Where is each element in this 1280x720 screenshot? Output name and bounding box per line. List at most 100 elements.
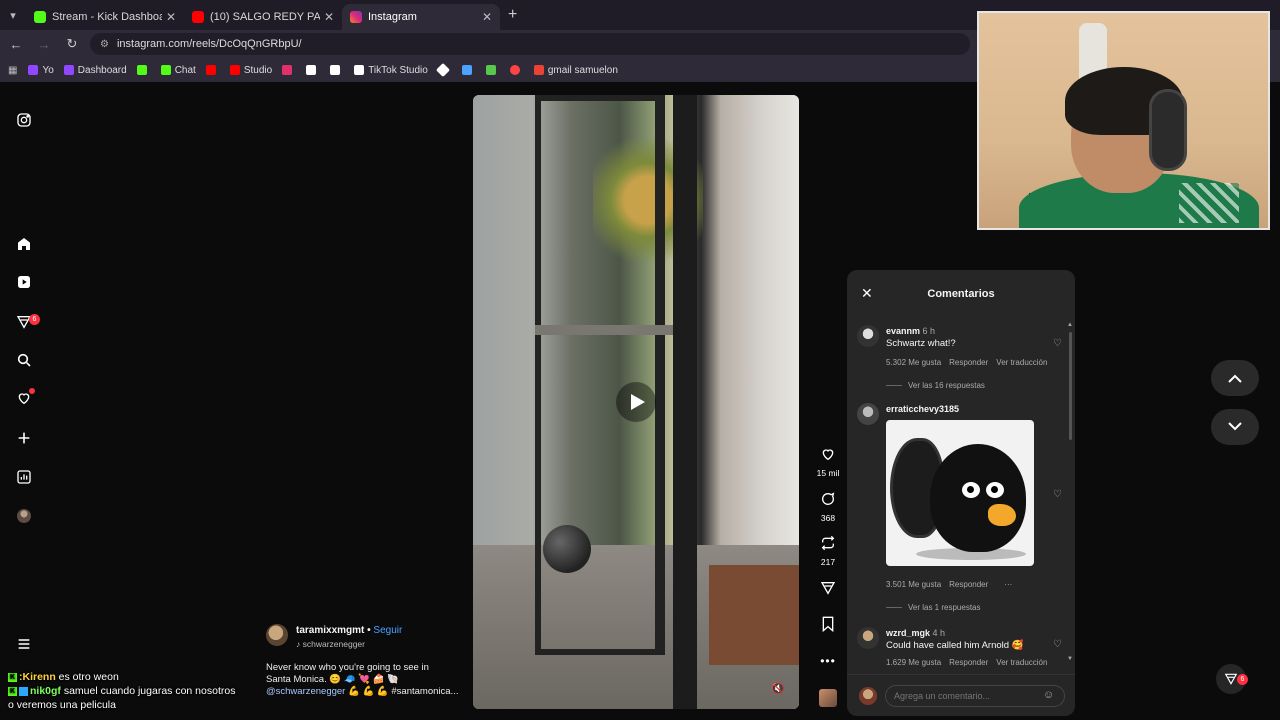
repost-button[interactable]: 217	[812, 535, 844, 567]
reply-button[interactable]: Responder	[949, 658, 988, 667]
like-count: 15 mil	[816, 468, 840, 478]
bookmark-red[interactable]	[509, 65, 524, 75]
bookmark-kick[interactable]	[136, 65, 151, 75]
bookmark-yo[interactable]: Yo	[28, 65, 54, 76]
url-field[interactable]: ⚙ instagram.com/reels/DcOqQnGRbpU/	[90, 33, 970, 55]
follow-button[interactable]: Seguir	[373, 625, 402, 636]
comment-gif-angry-bird-listening[interactable]	[886, 420, 1034, 566]
comment-likes[interactable]: 1.629 Me gusta	[886, 658, 941, 667]
x-icon	[306, 65, 317, 75]
comment-username[interactable]: evannm	[886, 326, 920, 336]
view-replies-button[interactable]: Ver las 16 respuestas	[886, 381, 985, 390]
scroll-up-icon[interactable]: ▲	[1067, 322, 1073, 328]
search-icon[interactable]	[14, 350, 34, 370]
tab-close-icon[interactable]: ✕	[166, 10, 176, 24]
bookmark-diamond[interactable]	[435, 62, 452, 78]
bookmark-x[interactable]	[306, 65, 320, 75]
comment-avatar[interactable]	[857, 325, 879, 347]
reload-icon[interactable]: ↻	[60, 36, 84, 52]
bookmark-studio[interactable]: Studio	[229, 65, 272, 76]
comment-likes[interactable]: 3.501 Me gusta	[886, 580, 941, 589]
apps-grid-icon[interactable]: ▦	[8, 65, 18, 76]
caption-line: Santa Monica. 😊 🧢 💘 🍰 🐚	[266, 674, 400, 685]
audio-thumbnail[interactable]	[819, 689, 837, 707]
bookmark-tiktok[interactable]	[330, 65, 344, 75]
audio-line[interactable]: ♪ schwarzenegger	[296, 639, 365, 649]
comment-input[interactable]	[885, 685, 1065, 707]
comment-username[interactable]: erraticchevy3185	[886, 404, 959, 414]
diamond-icon	[435, 62, 450, 78]
chevron-up-icon	[1228, 374, 1242, 383]
bookmark-label: TikTok Studio	[368, 64, 428, 76]
tab-kick-dashboard[interactable]: Stream - Kick Dashboard ✕	[26, 4, 184, 30]
dashboard-chart-icon[interactable]	[14, 467, 34, 487]
messages-icon[interactable]: 6	[14, 312, 40, 332]
new-tab-plus-icon[interactable]: +	[508, 6, 517, 24]
comment-likes[interactable]: 5.302 Me gusta	[886, 358, 941, 367]
emoji-icon[interactable]: ☺	[1043, 689, 1054, 701]
play-button[interactable]	[616, 382, 656, 422]
instagram-logo-icon[interactable]	[14, 110, 34, 130]
caption-mention[interactable]: @schwarzenegger	[266, 686, 345, 697]
tiktok-icon	[354, 65, 365, 75]
comment-like-heart-icon[interactable]: ♡	[1053, 639, 1062, 650]
bookmark-youtube[interactable]	[205, 65, 220, 75]
reels-icon[interactable]	[14, 272, 34, 292]
author-username[interactable]: taramixxmgmt	[296, 625, 364, 636]
reply-button[interactable]: Responder	[949, 358, 988, 367]
bookmark-green[interactable]	[485, 65, 500, 75]
translate-button[interactable]: Ver traducción	[996, 658, 1047, 667]
comment-header: evannm 6 h	[886, 326, 935, 336]
author-line: taramixxmgmt • Seguir	[296, 625, 402, 636]
tab-close-icon[interactable]: ✕	[324, 10, 334, 24]
comments-scrollbar[interactable]: ▲ ▼	[1067, 322, 1073, 662]
send-icon	[1224, 673, 1238, 685]
bookmark-blue[interactable]	[461, 65, 476, 75]
reel-video[interactable]: 🔇	[473, 95, 799, 709]
like-button[interactable]: 15 mil	[812, 446, 844, 478]
tab-search-chevron-icon[interactable]: ▾	[0, 0, 26, 30]
mod-badge-icon	[19, 686, 28, 696]
comment-time: 4 h	[932, 628, 946, 638]
comment-avatar[interactable]	[857, 403, 879, 425]
forward-arrow-icon[interactable]: →	[32, 37, 56, 52]
reply-button[interactable]: Responder	[949, 580, 988, 589]
tab-instagram[interactable]: Instagram ✕	[342, 4, 500, 30]
next-reel-button[interactable]	[1211, 409, 1259, 445]
tab-close-icon[interactable]: ✕	[482, 10, 492, 24]
translate-button[interactable]: Ver traducción	[996, 358, 1047, 367]
view-replies-button[interactable]: Ver las 1 respuestas	[886, 603, 980, 612]
bookmark-dashboard[interactable]: Dashboard	[63, 65, 127, 76]
tab-youtube[interactable]: (10) SALGO REDY PA LA STREET ✕	[184, 4, 342, 30]
profile-avatar[interactable]	[14, 506, 34, 526]
gif-eye	[986, 482, 1004, 498]
site-info-icon[interactable]: ⚙	[100, 39, 109, 50]
comment-more-icon[interactable]: ···	[1004, 580, 1012, 589]
previous-reel-button[interactable]	[1211, 360, 1259, 396]
comment-like-heart-icon[interactable]: ♡	[1053, 489, 1062, 500]
home-icon[interactable]	[14, 234, 34, 254]
more-menu-icon[interactable]	[14, 634, 34, 654]
back-arrow-icon[interactable]: ←	[4, 37, 28, 52]
share-button[interactable]	[812, 580, 844, 601]
volume-icon[interactable]: 🔇	[771, 682, 785, 695]
messages-fab[interactable]: 6	[1216, 664, 1248, 694]
messages-badge: 6	[29, 314, 40, 325]
comment-button[interactable]: 368	[812, 491, 844, 523]
comment-meta: 5.302 Me gusta Responder Ver traducción	[886, 358, 1055, 367]
comment-like-heart-icon[interactable]: ♡	[1053, 338, 1062, 349]
save-button[interactable]	[812, 616, 844, 637]
comment-avatar[interactable]	[857, 627, 879, 649]
bookmark-chat[interactable]: Chat	[160, 65, 196, 76]
bookmark-tiktok-studio[interactable]: TikTok Studio	[354, 65, 428, 76]
author-avatar[interactable]	[266, 624, 288, 646]
bookmark-instagram[interactable]	[282, 65, 296, 75]
notifications-heart-icon[interactable]	[14, 388, 35, 408]
create-plus-icon[interactable]	[14, 428, 34, 448]
scroll-down-icon[interactable]: ▼	[1067, 656, 1073, 662]
scroll-thumb[interactable]	[1069, 332, 1072, 440]
bookmark-gmail[interactable]: gmail samuelon	[533, 65, 618, 76]
more-options-button[interactable]: •••	[812, 652, 844, 670]
comment-username[interactable]: wzrd_mgk	[886, 628, 930, 638]
kick-favicon-icon	[34, 11, 46, 23]
